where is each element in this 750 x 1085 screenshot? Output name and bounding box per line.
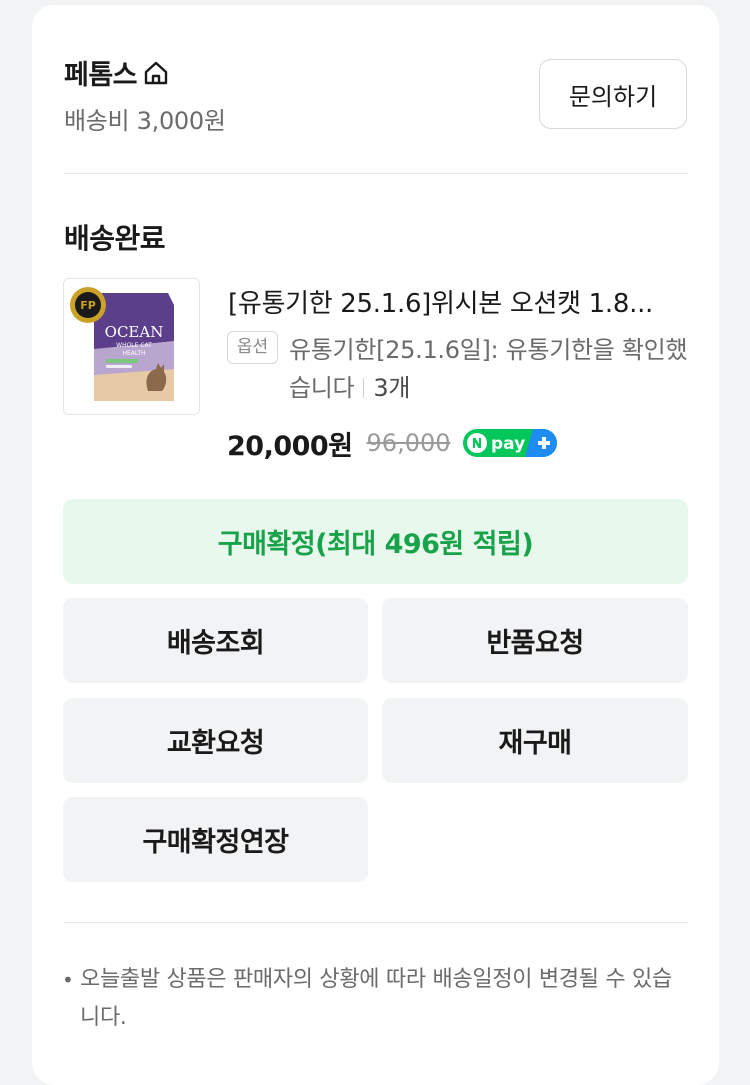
delivery-status: 배송완료 <box>64 222 166 255</box>
option-text: 유통기한[25.1.6일]: 유통기한을 확인했습니다 <box>289 336 688 402</box>
product-title-link[interactable]: [유통기한 25.1.6]위시본 오션캣 1.8... <box>228 283 690 320</box>
shipping-notice: • 오늘출발 상품은 판매자의 상황에 따라 배송일정이 변경될 수 있습니다. <box>62 961 682 1037</box>
order-card: 페톰스 배송비 3,000원 문의하기 배송완료 OCEAN WHOLE CAT… <box>32 5 719 1085</box>
shipping-fee: 배송비 3,000원 <box>64 107 226 135</box>
option-badge: 옵션 <box>227 331 278 364</box>
seal-text: FP <box>80 299 96 312</box>
seller-name-link[interactable]: 페톰스 <box>64 53 171 92</box>
divider <box>64 173 687 174</box>
npay-text: pay <box>491 434 525 454</box>
home-icon <box>144 61 168 84</box>
notice-text: 오늘출발 상품은 판매자의 상황에 따라 배송일정이 변경될 수 있습니다. <box>80 967 672 1030</box>
price-row: 20,000원 96,000 pay <box>227 423 557 463</box>
divider <box>64 922 687 923</box>
return-request-button[interactable]: 반품요청 <box>382 598 688 683</box>
extend-confirm-button[interactable]: 구매확정연장 <box>63 797 368 882</box>
package-line1-text: WHOLE CAT <box>116 342 152 349</box>
quantity: 3개 <box>373 374 411 402</box>
package-line2-text: HEALTH <box>122 350 145 357</box>
seller-name: 페톰스 <box>64 60 138 91</box>
seller-header: 페톰스 배송비 3,000원 문의하기 <box>64 53 687 135</box>
package-brand-text: OCEAN <box>105 323 164 341</box>
quantity-divider <box>363 378 365 398</box>
option-info: 유통기한[25.1.6일]: 유통기한을 확인했습니다 3개 <box>289 331 689 407</box>
exchange-request-button[interactable]: 교환요청 <box>63 698 368 783</box>
product-thumbnail[interactable]: OCEAN WHOLE CAT HEALTH FP <box>63 278 200 415</box>
original-price: 96,000 <box>366 429 451 457</box>
purchase-confirm-button[interactable]: 구매확정(최대 496원 적립) <box>63 499 688 584</box>
inquiry-button[interactable]: 문의하기 <box>539 59 687 129</box>
product-image: OCEAN WHOLE CAT HEALTH FP <box>64 279 199 414</box>
npay-plus-icon: pay <box>462 429 557 457</box>
bullet: • <box>62 968 74 992</box>
price: 20,000원 <box>227 430 353 462</box>
delivery-tracking-button[interactable]: 배송조회 <box>63 598 368 683</box>
rebuy-button[interactable]: 재구매 <box>382 698 688 783</box>
